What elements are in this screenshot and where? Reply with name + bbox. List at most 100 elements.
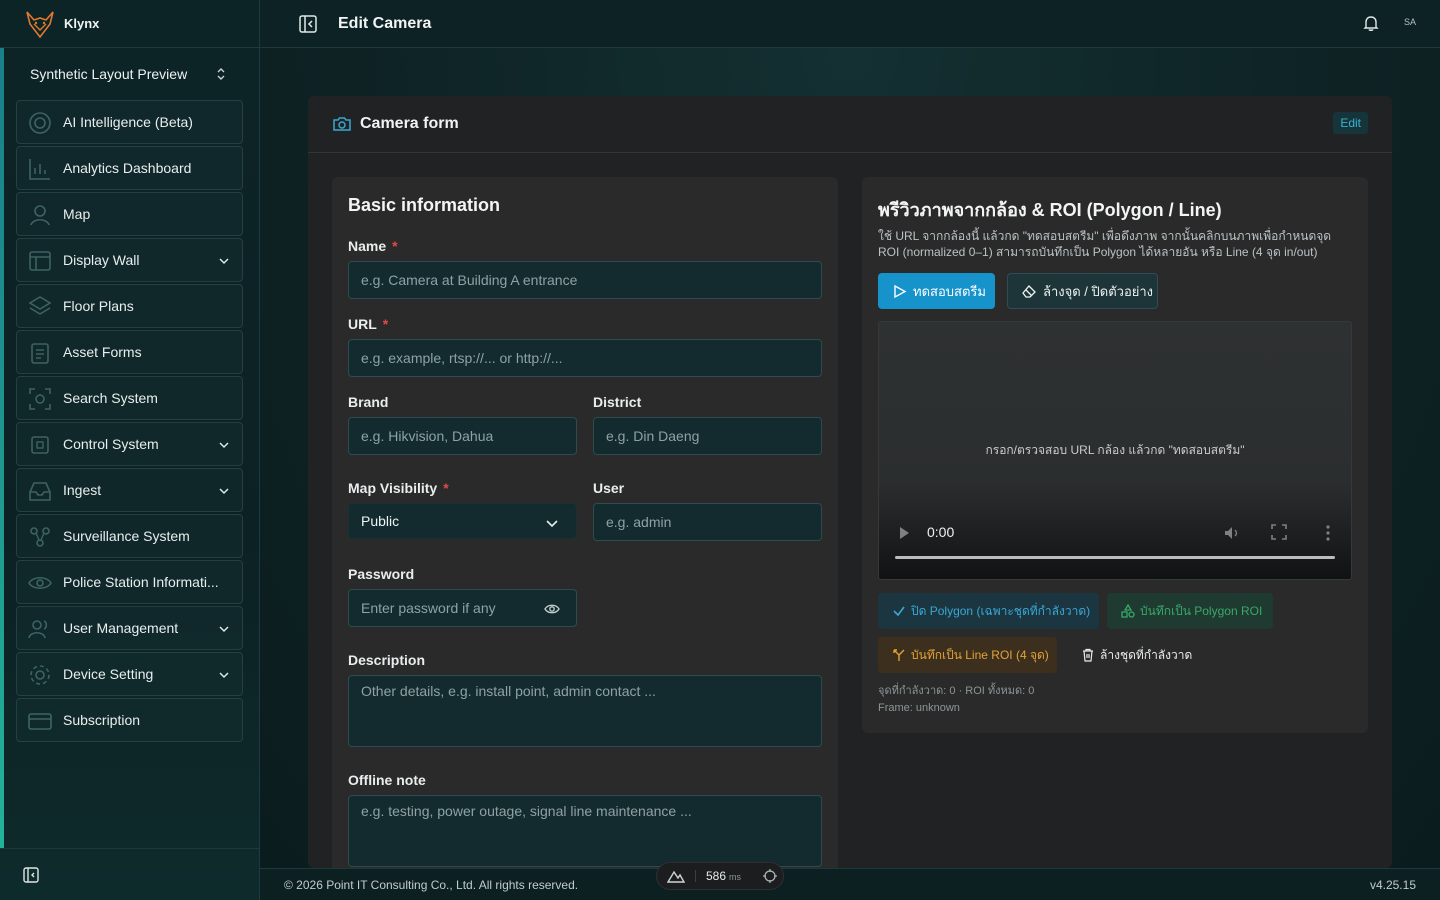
check-icon: [893, 606, 905, 617]
sidebar-item-police-station[interactable]: Police Station Informati...: [16, 560, 243, 604]
user-placeholder: e.g. admin: [606, 514, 672, 530]
bell-icon[interactable]: [1362, 14, 1380, 32]
volume-icon[interactable]: [1223, 524, 1241, 542]
sidebar-item-subscription[interactable]: Subscription: [16, 698, 243, 742]
sidebar-item-surveillance-system[interactable]: Surveillance System: [16, 514, 243, 558]
chevron-down-icon: [219, 672, 229, 679]
user-input[interactable]: e.g. admin: [593, 503, 822, 541]
close-polygon-button[interactable]: ปิด Polygon (เฉพาะชุดที่กำลังวาด): [878, 593, 1099, 629]
video-placeholder-text: กรอก/ตรวจสอบ URL กล้อง แล้วกด "ทดสอบสตรี…: [985, 443, 1245, 457]
workspace-switcher[interactable]: Synthetic Layout Preview: [16, 58, 242, 90]
chevron-down-icon: [219, 488, 229, 495]
map-visibility-select[interactable]: Public: [348, 503, 577, 539]
save-polygon-label: บันทึกเป็น Polygon ROI: [1140, 603, 1263, 618]
required-marker: *: [392, 238, 398, 254]
description-textarea[interactable]: Other details, e.g. install point, admin…: [348, 675, 822, 747]
sidebar-item-floor-plans[interactable]: Floor Plans: [16, 284, 243, 328]
clear-preview-button[interactable]: ล้างจุด / ปิดตัวอย่าง: [1007, 273, 1158, 309]
gear-icon: [30, 665, 50, 685]
card-title: Camera form: [360, 115, 459, 132]
trash-icon: [1083, 648, 1093, 662]
map-icon: [30, 205, 50, 226]
url-input[interactable]: e.g. example, rtsp://... or http://...: [348, 339, 822, 377]
brand-input[interactable]: e.g. Hikvision, Dahua: [348, 417, 577, 455]
sidebar-toggle-icon[interactable]: [298, 14, 318, 34]
sidebar-item-user-management[interactable]: User Management: [16, 606, 243, 650]
user-label: User: [593, 480, 625, 496]
preview-description: ใช้ URL จากกล้องนี้ แล้วกด "ทดสอบสตรีม" …: [878, 229, 1332, 259]
points-status: จุดที่กำลังวาด: 0 · ROI ทั้งหมด: 0: [878, 685, 1035, 697]
layers-icon: [28, 296, 52, 315]
sidebar-item-control-system[interactable]: Control System: [16, 422, 243, 466]
workspace-name: Synthetic Layout Preview: [30, 66, 188, 82]
chevron-down-icon: [546, 520, 558, 528]
sidebar-footer: [0, 848, 259, 900]
sidebar-item-analytics-dashboard[interactable]: Analytics Dashboard: [16, 146, 243, 190]
sidebar-item-label: Device Setting: [63, 666, 154, 682]
devtools-pill[interactable]: 586 ms: [656, 862, 784, 890]
user-avatar[interactable]: SA: [1404, 17, 1416, 27]
sidebar-item-display-wall[interactable]: Display Wall: [16, 238, 243, 282]
fullscreen-icon[interactable]: [1271, 524, 1287, 540]
clipboard-icon: [31, 343, 49, 364]
chart-icon: [29, 159, 50, 180]
sidebar-item-label: Search System: [63, 390, 158, 406]
sidebar-item-ingest[interactable]: Ingest: [16, 468, 243, 512]
devtools-separator: [695, 870, 696, 882]
sidebar-item-device-setting[interactable]: Device Setting: [16, 652, 243, 696]
users-icon: [28, 620, 48, 639]
sidebar-item-label: Police Station Informati...: [63, 574, 219, 590]
collapse-sidebar-icon[interactable]: [22, 866, 40, 884]
password-input[interactable]: Enter password if any: [348, 589, 577, 627]
clear-preview-label: ล้างจุด / ปิดตัวอย่าง: [1043, 283, 1154, 299]
render-time-unit: ms: [729, 872, 742, 882]
password-label: Password: [348, 566, 415, 582]
camera-form-card: Camera form Edit Basic information Name *…: [308, 96, 1392, 877]
video-preview[interactable]: กรอก/ตรวจสอบ URL กล้อง แล้วกด "ทดสอบสตรี…: [878, 321, 1352, 580]
test-stream-button[interactable]: ทดสอบสตรีม: [878, 273, 995, 309]
preview-roi-panel: พรีวิวภาพจากกล้อง & ROI (Polygon / Line)…: [862, 177, 1368, 733]
page-footer: © 2026 Point IT Consulting Co., Ltd. All…: [260, 868, 1440, 900]
clear-current-set-button[interactable]: ล้างชุดที่กำลังวาด: [1067, 637, 1197, 673]
camera-icon: [333, 117, 351, 131]
video-play-icon[interactable]: [897, 526, 911, 540]
chevron-up-down-icon: [217, 68, 225, 80]
map-visibility-label-text: Map Visibility: [348, 480, 438, 496]
district-label: District: [593, 394, 642, 410]
name-input[interactable]: e.g. Camera at Building A entrance: [348, 261, 822, 299]
video-progress-bar[interactable]: [895, 556, 1335, 559]
name-placeholder: e.g. Camera at Building A entrance: [361, 272, 578, 288]
eye-icon[interactable]: [544, 601, 560, 617]
name-label-text: Name: [348, 238, 387, 254]
sidebar-item-ai-intelligence[interactable]: AI Intelligence (Beta): [16, 100, 243, 144]
brand[interactable]: Klynx: [0, 0, 259, 48]
sidebar-item-search-system[interactable]: Search System: [16, 376, 243, 420]
top-header: Edit Camera SA: [260, 0, 1440, 48]
test-stream-label: ทดสอบสตรีม: [913, 283, 986, 299]
sidebar-item-asset-forms[interactable]: Asset Forms: [16, 330, 243, 374]
version-text: v4.25.15: [1369, 878, 1416, 892]
copyright-text: © 2026 Point IT Consulting Co., Ltd. All…: [284, 878, 579, 892]
sidebar-item-label: User Management: [63, 620, 179, 636]
save-polygon-roi-button[interactable]: บันทึกเป็น Polygon ROI: [1107, 593, 1273, 629]
chevron-down-icon: [219, 258, 229, 265]
sidebar-item-map[interactable]: Map: [16, 192, 243, 236]
url-label: URL *: [348, 316, 388, 332]
crosshair-icon[interactable]: [763, 869, 778, 883]
save-line-label: บันทึกเป็น Line ROI (4 จุด): [911, 647, 1049, 662]
sidebar-item-label: Analytics Dashboard: [63, 160, 192, 176]
play-icon: [894, 284, 907, 298]
offline-note-textarea[interactable]: e.g. testing, power outage, signal line …: [348, 795, 822, 867]
page-title: Edit Camera: [338, 14, 432, 32]
inbox-icon: [29, 482, 51, 501]
display-icon: [29, 251, 51, 271]
main-content: Camera form Edit Basic information Name *…: [260, 48, 1440, 877]
required-marker: *: [382, 316, 389, 332]
more-options-icon[interactable]: [1321, 524, 1335, 542]
clear-current-label: ล้างชุดที่กำลังวาด: [1100, 647, 1193, 662]
district-input[interactable]: e.g. Din Daeng: [593, 417, 822, 455]
chevron-down-icon: [219, 626, 229, 633]
save-line-roi-button[interactable]: บันทึกเป็น Line ROI (4 จุด): [878, 637, 1057, 673]
basic-information-panel: Basic information Name * e.g. Camera at B…: [332, 177, 838, 877]
sidebar-item-label: Map: [63, 206, 91, 222]
